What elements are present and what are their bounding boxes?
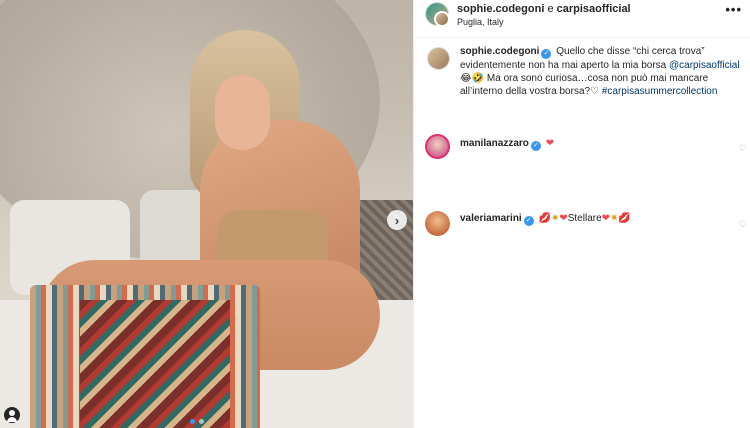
post-header: sophie.codegoni e carpisaofficial Puglia… (414, 0, 750, 38)
lips-emoji: 💋 (538, 213, 551, 224)
like-comment-icon[interactable]: ♡ (739, 143, 747, 154)
post-image[interactable]: › (0, 0, 413, 428)
commenter-avatar[interactable] (425, 134, 450, 159)
chevron-right-icon: › (394, 212, 400, 228)
post-authors: sophie.codegoni e carpisaofficial (457, 3, 631, 15)
coauthor-username[interactable]: carpisaofficial (557, 3, 631, 15)
verified-icon: ✓ (523, 216, 534, 226)
comment-item: manilanazzaro ✓ ❤ ♡ (422, 130, 747, 160)
comment-text: manilanazzaro ✓ ❤ (460, 138, 554, 151)
post-sidebar: sophie.codegoni e carpisaofficial Puglia… (413, 0, 750, 428)
caption-hashtag[interactable]: #carpisasummercollection (602, 86, 718, 97)
comment-username[interactable]: valeriamarini (460, 213, 522, 224)
comment-text: valeriamarini ✓ 💋✷❤Stellare❤✷💋 (460, 213, 631, 226)
caption-text: sophie.codegoni ✓ Quello che disse “chi c… (460, 45, 745, 98)
like-comment-icon[interactable]: ♡ (739, 219, 747, 230)
author-username[interactable]: sophie.codegoni (457, 3, 544, 15)
bag-pattern-panel (80, 300, 230, 428)
comment-item: valeriamarini ✓ 💋✷❤Stellare❤✷💋 ♡ (422, 208, 747, 238)
lips-emoji: 💋 (618, 213, 631, 224)
heart-outline-emoji: ♡ (590, 86, 600, 97)
comment-username[interactable]: manilanazzaro (460, 138, 529, 149)
tagged-users-icon[interactable] (4, 407, 20, 423)
verified-icon: ✓ (541, 49, 552, 59)
laughing-emoji: 😂🤣 (460, 73, 485, 84)
bikini-top (218, 210, 328, 265)
comment-body: Stellare (567, 213, 602, 224)
caption-mention[interactable]: @carpisaofficial (669, 60, 740, 71)
carousel-dots (190, 419, 204, 424)
authors-connector: e (544, 3, 557, 15)
caption-username[interactable]: sophie.codegoni (460, 46, 539, 57)
coauthor-avatar[interactable] (434, 11, 450, 27)
red-heart-emoji: ❤ (559, 213, 568, 224)
woman-face (215, 75, 270, 150)
next-image-button[interactable]: › (387, 210, 407, 230)
carousel-dot-active (190, 419, 195, 424)
carousel-dot (199, 419, 204, 424)
red-heart-emoji: ❤ (545, 138, 555, 149)
post-location[interactable]: Puglia, Italy (457, 17, 504, 27)
post-caption: sophie.codegoni ✓ Quello che disse “chi c… (422, 45, 742, 105)
more-options-icon[interactable]: ••• (725, 2, 742, 17)
commenter-avatar[interactable] (425, 211, 450, 236)
red-heart-emoji: ❤ (601, 213, 611, 224)
caption-avatar[interactable] (427, 47, 450, 70)
verified-icon: ✓ (530, 141, 541, 151)
